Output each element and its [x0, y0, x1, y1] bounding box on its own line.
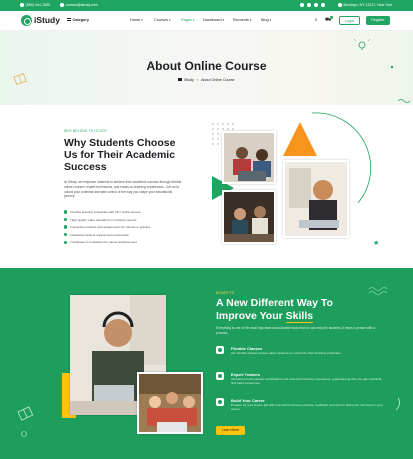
instagram-icon[interactable]	[314, 3, 318, 7]
nav-dashboard-label: Dashboard	[203, 18, 222, 22]
teacher-image	[283, 160, 349, 238]
chevron-down-icon: ▾	[269, 18, 272, 22]
phone-icon	[20, 3, 24, 7]
address-text: Brooklyn, NY 11217, New York	[343, 3, 393, 7]
chevron-down-icon: ▾	[222, 18, 224, 22]
star-icon: ★	[373, 239, 379, 247]
nav-pages[interactable]: Pages▾	[181, 18, 194, 22]
skills-section-tag: BENEFITS	[216, 291, 235, 295]
address: Brooklyn, NY 11217, New York	[338, 3, 392, 7]
skills-section-description: Everything is one of the most important …	[216, 326, 376, 335]
hook-decoration	[395, 397, 400, 411]
page-title: About Online Course	[146, 59, 267, 73]
chevron-down-icon: ▾	[169, 18, 171, 22]
circle-decoration	[21, 431, 27, 437]
nav-elements-label: Elements	[233, 18, 249, 22]
search-icon[interactable]: ⌕	[313, 17, 319, 23]
career-icon	[216, 398, 224, 406]
triangle-decoration	[283, 122, 317, 156]
chevron-down-icon: ▾	[141, 18, 143, 22]
phone-contact[interactable]: (555) 444-7890	[20, 3, 50, 7]
nav-blog[interactable]: Blog▾	[261, 18, 271, 22]
lightbulb-icon	[353, 38, 371, 50]
nav-courses[interactable]: Courses▾	[154, 18, 171, 22]
calendar-icon	[216, 346, 224, 354]
skills-title-text: A New Different Way To Improve Your	[216, 297, 333, 322]
feature-description: All trainers hold relevant certification…	[231, 377, 382, 386]
nav-pages-label: Pages	[181, 18, 192, 22]
category-menu[interactable]: Category	[67, 18, 89, 22]
wave-decoration	[397, 99, 411, 103]
mail-icon	[60, 3, 64, 7]
category-label: Category	[72, 18, 89, 22]
learn-more-button[interactable]: Learn More	[216, 426, 245, 435]
chevron-down-icon: ▾	[192, 18, 195, 22]
grid-icon	[67, 18, 71, 22]
nav-home[interactable]: Home▾	[130, 18, 143, 22]
breadcrumb-current: About Online Course	[201, 78, 235, 82]
nav-elements[interactable]: Elements▾	[233, 18, 251, 22]
twitter-icon[interactable]	[307, 3, 311, 7]
group-study-image	[137, 372, 203, 434]
home-icon	[178, 78, 182, 82]
teacher-illustration	[285, 162, 347, 236]
logo-icon[interactable]	[21, 15, 32, 26]
top-bar: (555) 444-7890 contact@istudy.com Brookl…	[0, 0, 413, 11]
register-button[interactable]: Register	[366, 16, 390, 25]
logo-text[interactable]: iStudy	[34, 15, 60, 25]
facebook-icon[interactable]	[300, 3, 304, 7]
group-study-illustration	[139, 374, 201, 432]
book-icon	[17, 406, 34, 421]
wave-decoration	[368, 287, 388, 295]
nav-courses-label: Courses	[154, 18, 169, 22]
cart-badge	[330, 16, 333, 19]
chevron-down-icon: ▾	[249, 18, 252, 22]
classroom-illustration	[224, 192, 274, 242]
linkedin-icon[interactable]	[321, 3, 325, 7]
email-text: contact@istudy.com	[65, 3, 98, 7]
classroom-image	[222, 190, 276, 244]
students-laptop-image	[222, 131, 276, 184]
skills-title-highlight: Skills	[285, 310, 314, 323]
nav-home-label: Home	[130, 18, 141, 22]
why-decorations: ★	[212, 112, 379, 247]
location-icon	[338, 3, 342, 7]
email-contact[interactable]: contact@istudy.com	[60, 3, 98, 7]
login-button[interactable]: Login	[339, 16, 360, 25]
trainer-icon	[216, 372, 224, 380]
nav-dashboard[interactable]: Dashboard▾	[203, 18, 224, 22]
breadcrumb: iStudy › About Online Course	[0, 78, 413, 82]
phone-text: (555) 444-7890	[25, 3, 51, 7]
main-header: iStudy Category Home▾ Courses▾ Pages▾ Da…	[0, 11, 413, 31]
feature-description: Our flexible classes feature allow stude…	[231, 351, 342, 355]
students-laptop-illustration	[224, 133, 274, 182]
breadcrumb-home[interactable]: iStudy	[184, 78, 194, 82]
page-hero: About Online Course iStudy › About Online …	[0, 31, 413, 105]
feature-description: Prepare for your dream job with real-wor…	[231, 403, 383, 412]
chevron-right-icon: ›	[196, 78, 199, 82]
nav-blog-label: Blog	[261, 18, 269, 22]
skills-section-title: A New Different Way To Improve Your Skil…	[216, 297, 366, 323]
